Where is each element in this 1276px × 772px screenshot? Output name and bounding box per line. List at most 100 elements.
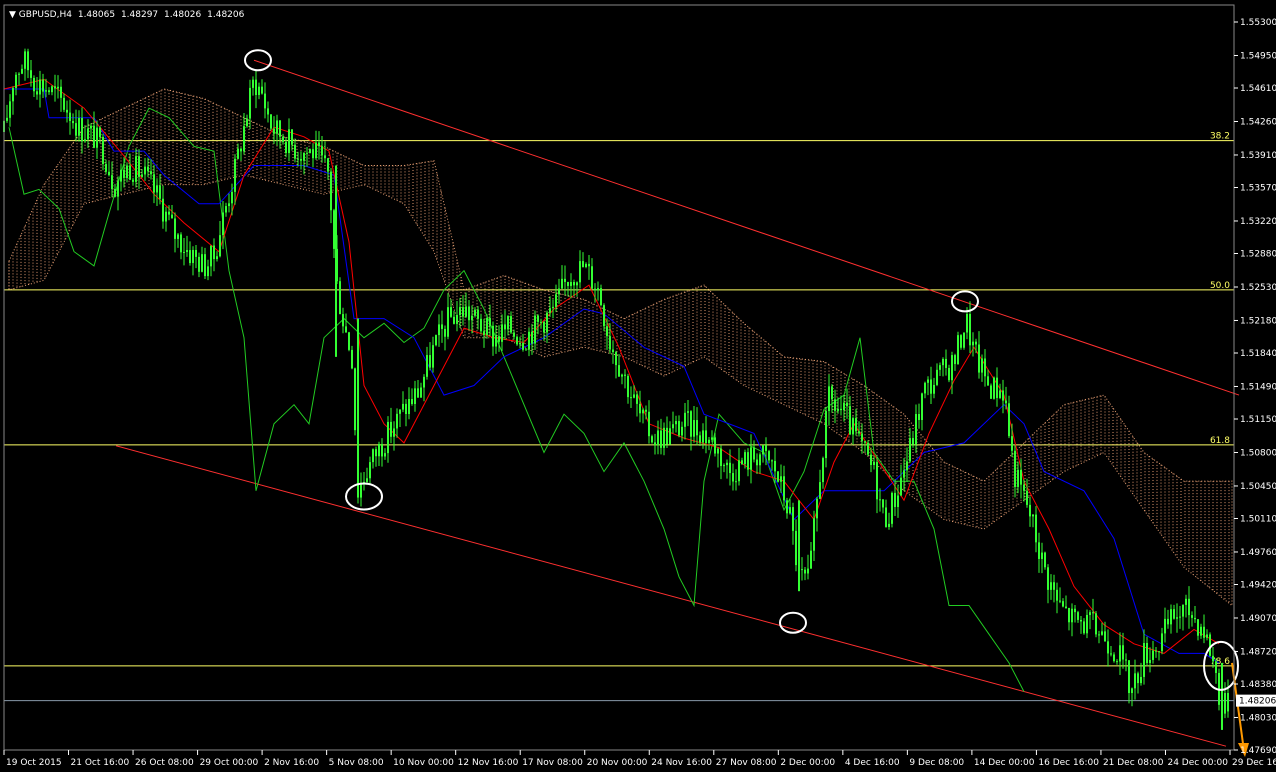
candle-body [987,376,989,386]
candle-body [54,86,56,89]
candle-body [378,443,380,457]
candle-body [303,152,305,161]
candle-body [390,421,392,437]
candle-body [975,341,977,345]
candle-body [714,437,716,454]
candle-body [1056,589,1058,601]
candle-body [171,214,173,219]
candle-body [1014,450,1016,487]
candle-body [513,332,515,337]
candle-body [1038,542,1040,559]
candle-body [1110,653,1112,655]
x-tick-label: 12 Nov 16:00 [458,758,519,768]
candle-body [705,430,707,444]
candle-body [1005,400,1007,404]
candle-body [708,439,710,444]
candle-body [387,421,389,454]
candle-body [735,481,737,483]
candle-body [444,328,446,337]
candle-body [867,442,869,455]
candle-body [1140,676,1142,684]
candle-body [270,114,272,129]
candle-body [1155,650,1157,652]
candle-body [663,427,665,448]
candle-body [885,507,887,527]
candle-body [654,442,656,446]
candle-body [999,390,1001,398]
candle-body [1134,673,1136,689]
candle-body [1215,661,1217,673]
candle-body [1080,619,1082,622]
candle-body [15,74,17,89]
candle-body [984,358,986,377]
y-tick-label: 1.50800 [1240,448,1276,458]
candle-body [1011,436,1013,451]
candle-body [780,476,782,482]
candle-body [381,443,383,457]
candle-body [411,399,413,405]
candle-body [306,152,308,154]
candle-body [252,79,254,88]
candle-body [927,379,929,383]
candle-body [1035,514,1037,543]
candle-body [990,385,992,399]
candle-body [204,254,206,277]
candle-body [612,349,614,353]
candle-body [396,413,398,429]
candle-body [234,158,236,192]
candle-body [1179,616,1181,618]
candle-body [471,315,473,321]
candle-body [1137,673,1139,684]
close-value: 1.48206 [207,10,244,20]
candle-body [678,421,680,436]
candle-body [255,79,257,95]
candle-body [321,146,323,156]
fib-label-61.8: 61.8 [1210,436,1230,446]
candle-body [525,349,527,351]
candle-body [348,332,350,350]
candle-body [156,185,158,193]
candle-body [78,117,80,136]
candle-body [498,336,500,342]
candle-body [960,335,962,348]
candle-body [747,452,749,470]
candle-body [900,477,902,496]
candle-body [279,120,281,137]
candle-body [978,344,980,373]
candle-body [615,352,617,366]
candle-body [309,149,311,153]
candle-body [1170,609,1172,625]
candle-body [1188,598,1190,616]
candle-body [648,411,650,437]
candle-body [762,445,764,455]
candle-body [624,374,626,376]
candle-body [1074,608,1076,613]
chart-window[interactable]: 38.2 50.0 61.8 78.6 1.55300 1.54950 1.54610 1.… [0,0,1276,772]
candle-body [1158,651,1160,653]
candle-body [510,316,512,333]
candle-body [405,403,407,415]
candle-body [105,164,107,172]
candle-body [801,569,803,571]
candle-body [1116,661,1118,663]
candle-body [210,245,212,267]
candle-body [822,458,824,483]
candle-body [882,499,884,508]
candle-body [27,51,29,71]
candle-body [1212,655,1214,662]
candle-body [1149,659,1151,663]
chart-canvas[interactable]: 38.250.061.878.6 1.553001.549501.546101.… [0,0,1276,772]
candle-body [93,125,95,148]
candle-body [1176,617,1178,619]
candle-body [690,411,692,437]
candle-body [981,358,983,373]
candle-body [897,495,899,508]
candle-body [831,386,833,400]
candle-body [450,307,452,317]
candle-body [585,263,587,267]
candle-body [345,326,347,333]
candle-body [669,428,671,445]
candle-body [282,136,284,142]
candle-body [618,365,620,377]
candle-body [861,433,863,442]
